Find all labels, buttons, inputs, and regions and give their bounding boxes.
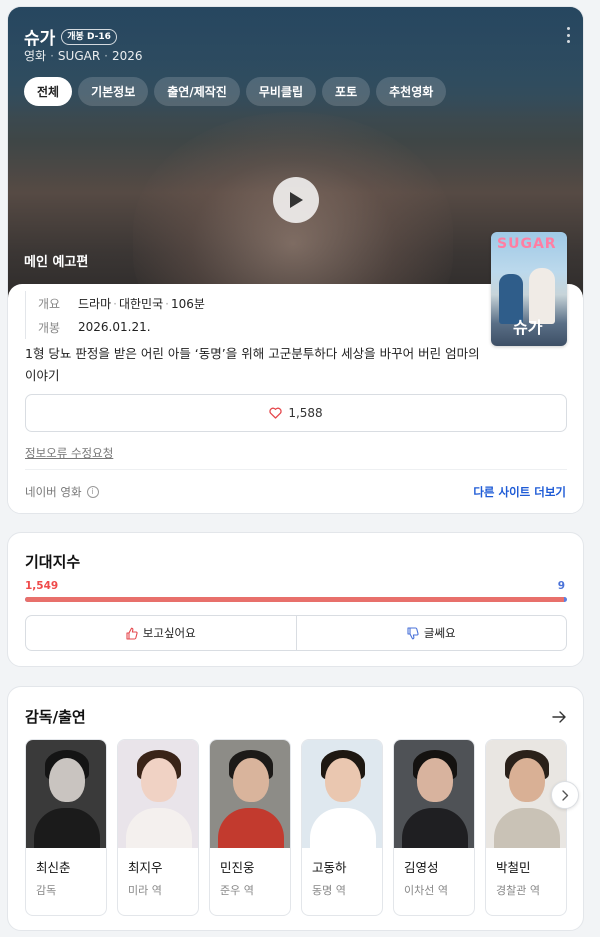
want-fill xyxy=(25,597,564,602)
movie-info-card: 슈가 개봉 D-16 영화 · SUGAR · 2026 전체 기본정보 출연/… xyxy=(7,6,584,514)
category-label: 영화 xyxy=(24,49,47,63)
movie-poster[interactable]: SUGAR 슈가 xyxy=(491,232,567,346)
cast-name: 박철민 xyxy=(496,860,531,875)
tab-all[interactable]: 전체 xyxy=(24,77,73,106)
cast-photo xyxy=(26,740,106,848)
like-count: 1,588 xyxy=(288,406,323,420)
title-row: 슈가 개봉 D-16 xyxy=(24,24,117,49)
runtime: 106분 xyxy=(170,296,205,311)
tab-cast-crew[interactable]: 출연/제작진 xyxy=(154,77,240,106)
divider xyxy=(25,469,567,470)
cast-role: 이차선 역 xyxy=(404,884,448,897)
release-label: 개봉 xyxy=(38,320,61,335)
movie-meta: 영화 · SUGAR · 2026 xyxy=(24,48,143,64)
synopsis: 1형 당뇨 판정을 받은 어린 아들 ‘동명’을 위해 고군분투하다 세상을 바… xyxy=(25,346,480,383)
dont-count: 9 xyxy=(557,580,565,592)
cast-member[interactable]: 최지우미라 역 xyxy=(117,739,199,916)
want-to-see-button[interactable]: 보고싶어요 xyxy=(26,616,296,650)
tab-movie-clip[interactable]: 무비클립 xyxy=(245,77,317,106)
cast-card: 감독/출연 최신춘 감독 최지우 미라 역 민진웅 준우 역 고동하 동명 역 김영성 이차선 역… xyxy=(7,686,584,931)
cast-photo xyxy=(302,740,382,848)
want-count: 1,549 xyxy=(25,580,59,592)
cast-member[interactable]: 민진웅준우 역 xyxy=(209,739,291,916)
not-sure-button[interactable]: 글쎄요 xyxy=(295,616,567,650)
cast-name: 김영성 xyxy=(404,860,439,875)
play-button[interactable] xyxy=(273,177,319,223)
anticipation-bar xyxy=(25,597,567,602)
info-table: 개요 드라마 · 대한민국 · 106분 개봉 2026.01.21. xyxy=(25,291,205,339)
release-year: 2026 xyxy=(112,48,143,63)
arrow-right-icon[interactable] xyxy=(552,710,566,724)
release-dday-badge: 개봉 D-16 xyxy=(61,28,117,45)
cast-list: 최신춘 감독 최지우 미라 역 민진웅 준우 역 고동하 동명 역 김영성 이차선 역 박철민 경찰관… xyxy=(25,739,567,916)
tab-photo[interactable]: 포토 xyxy=(322,77,371,106)
anticipation-card: 기대지수 1,549 9 보고싶어요 글쎄요 xyxy=(7,532,584,667)
cast-role: 동명 역 xyxy=(312,884,346,897)
cast-title: 감독/출연 xyxy=(25,708,86,726)
movie-title: 슈가 xyxy=(24,29,56,49)
poster-logo: SUGAR xyxy=(497,236,557,252)
country-link[interactable]: 대한민국 xyxy=(119,297,163,311)
cast-photo xyxy=(118,740,198,848)
anticipation-title: 기대지수 xyxy=(25,553,81,571)
cast-member[interactable]: 박철민경찰관 역 xyxy=(485,739,567,916)
cast-photo xyxy=(394,740,474,848)
cast-member[interactable]: 최신춘감독 xyxy=(25,739,107,916)
cast-role: 감독 xyxy=(36,884,57,897)
next-button[interactable] xyxy=(551,781,579,809)
genre-link[interactable]: 드라마 xyxy=(78,297,111,311)
other-sites-link[interactable]: 다른 사이트 더보기 xyxy=(473,484,566,500)
cast-name: 고동하 xyxy=(312,860,347,875)
thumbs-down-icon xyxy=(407,626,419,639)
cast-name: 최지우 xyxy=(128,860,163,875)
cast-name: 최신춘 xyxy=(36,860,71,875)
poster-title: 슈가 xyxy=(513,318,543,337)
vote-buttons: 보고싶어요 글쎄요 xyxy=(25,615,567,651)
heart-icon xyxy=(269,407,282,419)
cast-member[interactable]: 김영성이차선 역 xyxy=(393,739,475,916)
release-date: 2026.01.21. xyxy=(78,320,151,334)
cast-photo xyxy=(210,740,290,848)
cast-role: 경찰관 역 xyxy=(496,884,540,897)
cast-member[interactable]: 고동하동명 역 xyxy=(301,739,383,916)
tab-recommended[interactable]: 추천영화 xyxy=(376,77,447,106)
cast-role: 미라 역 xyxy=(128,884,162,897)
more-options-icon[interactable] xyxy=(565,27,571,43)
chevron-right-icon xyxy=(562,789,569,801)
play-icon xyxy=(290,192,303,208)
like-button[interactable]: 1,588 xyxy=(25,394,567,432)
info-icon[interactable]: i xyxy=(86,486,99,498)
tab-basic-info[interactable]: 기본정보 xyxy=(78,77,149,106)
english-title: SUGAR xyxy=(57,48,101,63)
thumbs-up-icon xyxy=(126,627,138,640)
tab-bar: 전체 기본정보 출연/제작진 무비클립 포토 추천영화 xyxy=(24,77,447,106)
overview-label: 개요 xyxy=(38,296,61,311)
cast-role: 준우 역 xyxy=(220,884,254,897)
source-label: 네이버 영화 i xyxy=(25,484,99,500)
report-error-link[interactable]: 정보오류 수정요청 xyxy=(25,445,113,461)
trailer-label: 메인 예고편 xyxy=(24,255,89,270)
cast-name: 민진웅 xyxy=(220,860,255,875)
